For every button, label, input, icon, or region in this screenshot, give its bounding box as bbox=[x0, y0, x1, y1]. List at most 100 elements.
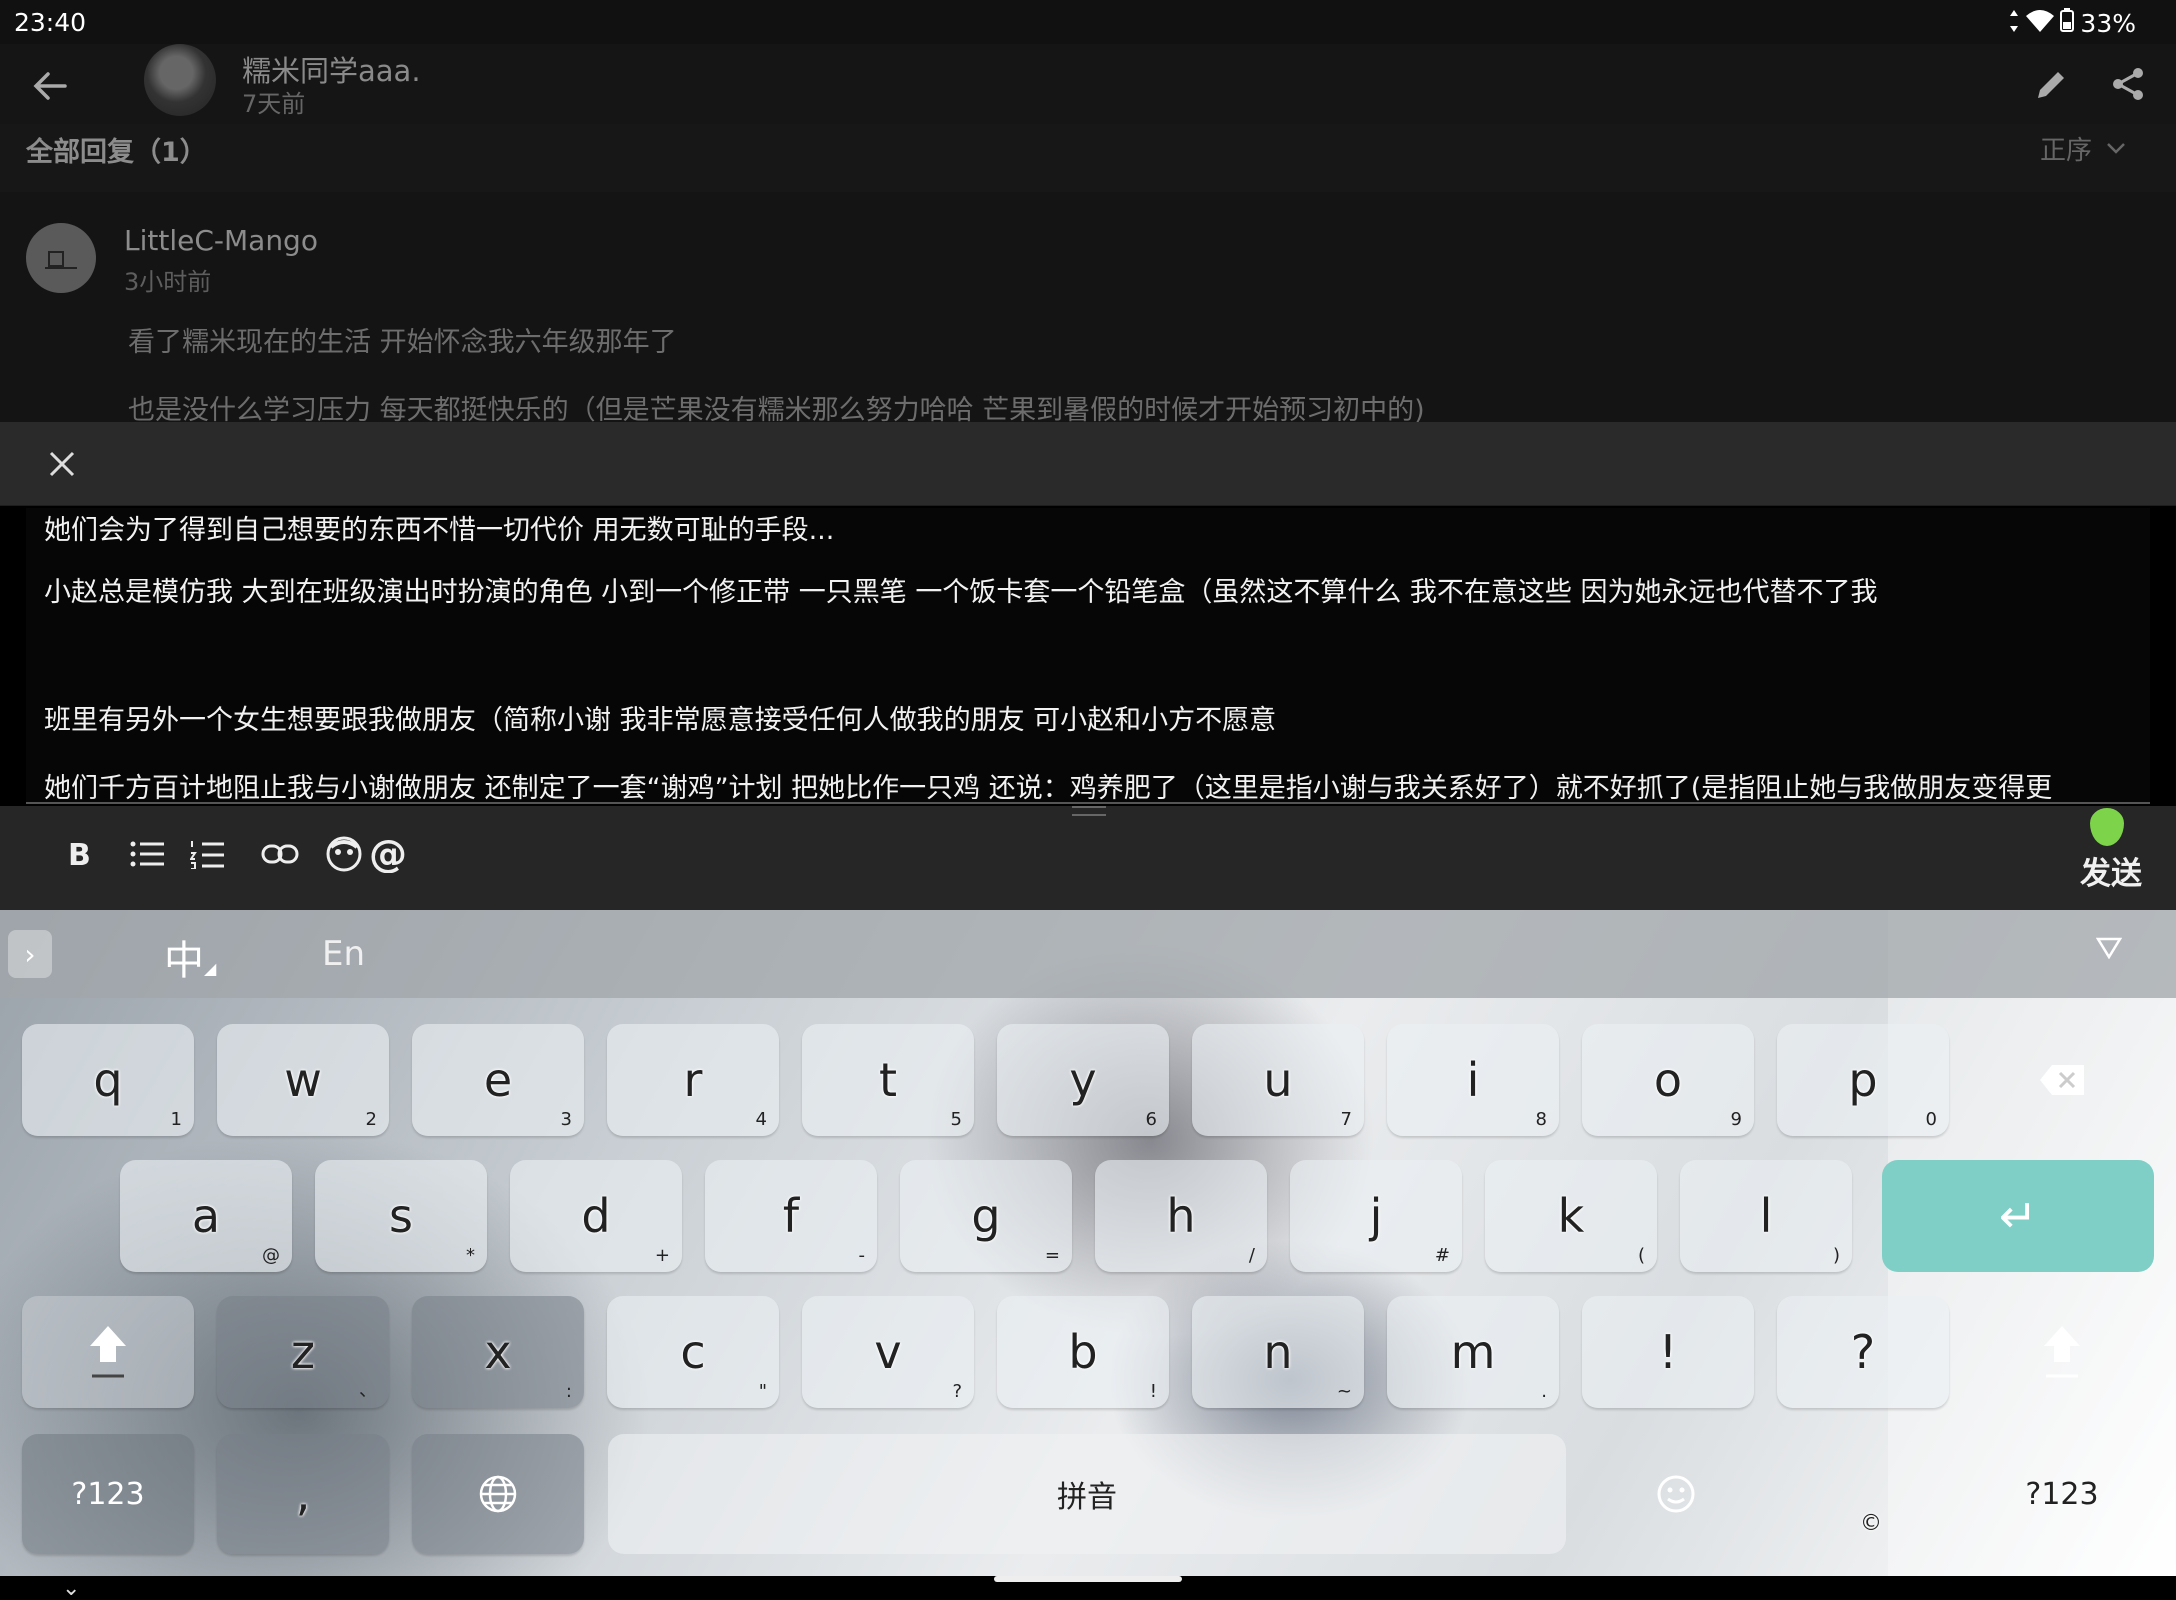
key-label: r bbox=[683, 1053, 703, 1107]
sort-label: 正序 bbox=[2039, 136, 2092, 166]
language-key[interactable] bbox=[412, 1434, 584, 1554]
close-button[interactable] bbox=[36, 438, 88, 490]
svg-text:@: @ bbox=[369, 835, 407, 873]
triangle-down-icon bbox=[2095, 937, 2123, 960]
pencil-icon bbox=[2038, 72, 2064, 98]
key-e[interactable]: e3 bbox=[412, 1024, 584, 1136]
key-s[interactable]: s * bbox=[315, 1160, 487, 1272]
backspace-key[interactable] bbox=[1976, 1024, 2148, 1136]
key-t[interactable]: t5 bbox=[802, 1024, 974, 1136]
key-y[interactable]: y6 bbox=[997, 1024, 1169, 1136]
status-time: 23:40 bbox=[14, 8, 87, 37]
shift-icon bbox=[90, 1326, 126, 1378]
english-mode-button[interactable]: En bbox=[322, 934, 365, 974]
key-d[interactable]: d + bbox=[510, 1160, 682, 1272]
share-button[interactable] bbox=[2102, 58, 2154, 110]
globe-icon bbox=[479, 1475, 517, 1513]
key-label: d bbox=[581, 1189, 611, 1243]
key-secondary-label: 5 bbox=[950, 1109, 962, 1130]
shift-key-left[interactable] bbox=[22, 1296, 194, 1408]
comma-key-label: , bbox=[295, 1467, 311, 1521]
sort-dropdown[interactable]: 正序 bbox=[2040, 130, 2126, 167]
key-u[interactable]: u7 bbox=[1192, 1024, 1364, 1136]
reply-editor[interactable]: 她们会为了得到自己想要的东西不惜一切代价 用无数可耻的手段... 小赵总是模仿我… bbox=[26, 508, 2150, 802]
mention-button[interactable]: @ bbox=[362, 828, 414, 880]
key-label: s bbox=[389, 1189, 413, 1243]
emoji-key[interactable] bbox=[1590, 1434, 1762, 1554]
enter-key[interactable]: ↵ bbox=[1882, 1160, 2154, 1272]
key-label: ? bbox=[1850, 1325, 1876, 1379]
reply-avatar[interactable] bbox=[26, 223, 96, 293]
signal-icon bbox=[2008, 9, 2020, 38]
copyright-key[interactable]: © bbox=[1785, 1434, 1957, 1554]
key-p[interactable]: p0 bbox=[1777, 1024, 1949, 1136]
comma-key[interactable]: , bbox=[217, 1434, 389, 1554]
back-button[interactable] bbox=[24, 60, 76, 112]
key-secondary-label: 、 bbox=[359, 1380, 377, 1401]
send-button[interactable]: 发送 bbox=[2080, 848, 2142, 893]
editor-line: 班里有另外一个女生想要跟我做朋友（简称小谢 我非常愿意接受任何人做我的朋友 可小… bbox=[44, 705, 1277, 736]
symbols-key-right[interactable]: ?123 bbox=[1976, 1434, 2148, 1554]
key-g[interactable]: g = bbox=[900, 1160, 1072, 1272]
key-secondary-label: ? bbox=[952, 1381, 962, 1402]
key-exclamation[interactable]: ! bbox=[1582, 1296, 1754, 1408]
key-n[interactable]: n ~ bbox=[1192, 1296, 1364, 1408]
link-button[interactable] bbox=[254, 828, 306, 880]
link-icon bbox=[261, 844, 299, 864]
symbols-key-left[interactable]: ?123 bbox=[22, 1434, 194, 1554]
key-r[interactable]: r4 bbox=[607, 1024, 779, 1136]
key-b[interactable]: b! bbox=[997, 1296, 1169, 1408]
soft-keyboard: › 中◢ En q1w2e3r4t5y6u7i8o9p0 a @ s * d + f - g = h… bbox=[0, 910, 2176, 1576]
key-label: m bbox=[1450, 1325, 1496, 1379]
resize-handle-icon[interactable] bbox=[1072, 806, 1106, 816]
key-k[interactable]: k( bbox=[1485, 1160, 1657, 1272]
key-label: w bbox=[284, 1053, 322, 1107]
chevron-down-icon[interactable]: ⌄ bbox=[62, 1576, 80, 1600]
edit-button[interactable] bbox=[2026, 58, 2078, 110]
space-key[interactable]: 拼音 bbox=[608, 1434, 1566, 1554]
key-label: f bbox=[782, 1189, 800, 1243]
bullet-list-button[interactable] bbox=[122, 828, 174, 880]
author-avatar[interactable] bbox=[144, 44, 216, 116]
key-h[interactable]: h / bbox=[1095, 1160, 1267, 1272]
key-i[interactable]: i8 bbox=[1387, 1024, 1559, 1136]
home-gesture-bar[interactable] bbox=[994, 1576, 1182, 1582]
key-m[interactable]: m. bbox=[1387, 1296, 1559, 1408]
key-a[interactable]: a @ bbox=[120, 1160, 292, 1272]
numbered-list-button[interactable] bbox=[182, 828, 234, 880]
key-secondary-label: : bbox=[565, 1381, 572, 1402]
status-bar: 23:40 33% bbox=[0, 0, 2176, 44]
chinese-mode-button[interactable]: 中◢ bbox=[164, 928, 216, 986]
reply-text-1: 看了糯米现在的生活 开始怀念我六年级那年了 bbox=[128, 327, 677, 358]
key-secondary-label: ( bbox=[1637, 1245, 1645, 1266]
key-j[interactable]: j # bbox=[1290, 1160, 1462, 1272]
key-label: v bbox=[874, 1325, 902, 1379]
key-question[interactable]: ? bbox=[1777, 1296, 1949, 1408]
key-label: o bbox=[1653, 1053, 1683, 1107]
wifi-icon bbox=[2026, 9, 2055, 38]
reply-author[interactable]: LittleC-Mango bbox=[124, 224, 318, 257]
key-c[interactable]: c " bbox=[607, 1296, 779, 1408]
key-secondary-label: @ bbox=[262, 1245, 280, 1266]
editor-header bbox=[0, 422, 2176, 506]
key-l[interactable]: l) bbox=[1680, 1160, 1852, 1272]
key-label: ! bbox=[1658, 1325, 1678, 1379]
battery-icon bbox=[2060, 8, 2075, 38]
keyboard-expand-button[interactable]: › bbox=[8, 930, 52, 978]
key-q[interactable]: q1 bbox=[22, 1024, 194, 1136]
share-icon bbox=[2113, 68, 2143, 100]
bold-button[interactable]: B bbox=[52, 828, 104, 880]
key-w[interactable]: w2 bbox=[217, 1024, 389, 1136]
key-f[interactable]: f- bbox=[705, 1160, 877, 1272]
comments-section: 全部回复（1） 正序 LittleC-Mango 3小时前 看了糯米现在的生活 … bbox=[0, 124, 2176, 426]
key-secondary-label: 2 bbox=[365, 1109, 377, 1130]
keyboard-toolbar: › 中◢ En bbox=[0, 910, 2176, 998]
keyboard-collapse-button[interactable] bbox=[2095, 932, 2123, 967]
key-label: n bbox=[1263, 1325, 1293, 1379]
key-x[interactable]: x: bbox=[412, 1296, 584, 1408]
status-icons: 33% bbox=[2008, 8, 2136, 38]
shift-key-right[interactable] bbox=[1976, 1296, 2148, 1408]
key-o[interactable]: o9 bbox=[1582, 1024, 1754, 1136]
key-v[interactable]: v? bbox=[802, 1296, 974, 1408]
key-z[interactable]: z、 bbox=[217, 1296, 389, 1408]
